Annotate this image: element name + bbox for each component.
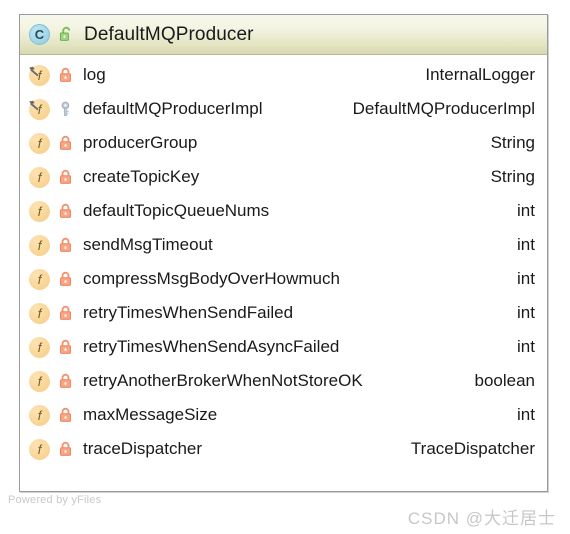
csdn-watermark: CSDN @大迁居士 — [407, 509, 556, 528]
attribute-row[interactable]: f maxMessageSize int — [20, 398, 547, 432]
attribute-type-label: int — [517, 269, 535, 288]
attribute-name-label: traceDispatcher — [83, 439, 203, 458]
static-marker-icon — [28, 98, 39, 110]
lock-icon — [57, 270, 73, 288]
field-icon: f — [28, 98, 50, 120]
attribute-type-label: int — [517, 337, 535, 356]
attribute-row[interactable]: f compressMsgBodyOverHowmuch int — [20, 262, 547, 296]
yfiles-watermark: Powered by yFiles — [8, 494, 102, 506]
lock-icon — [57, 406, 73, 424]
field-icon: f — [29, 370, 50, 392]
attribute-type-label: String — [490, 167, 535, 186]
key-icon — [57, 100, 73, 118]
attribute-row[interactable]: f defaultTopicQueueNums int — [20, 194, 547, 228]
field-icon: f — [29, 166, 50, 188]
lock-icon — [57, 66, 73, 84]
field-icon: f — [28, 64, 50, 86]
attribute-type-label: DefaultMQProducerImpl — [352, 99, 535, 118]
field-icon: f — [29, 438, 50, 460]
uml-class-node[interactable]: C DefaultMQProducer f log InternalLogger f d… — [19, 14, 548, 492]
static-marker-icon — [28, 64, 39, 76]
field-icon: f — [29, 268, 50, 290]
attribute-type-label: int — [517, 303, 535, 322]
field-icon-disc: f — [29, 370, 50, 392]
attribute-name-label: defaultTopicQueueNums — [83, 201, 270, 220]
attribute-name-label: compressMsgBodyOverHowmuch — [83, 269, 340, 288]
lock-icon — [57, 304, 73, 322]
field-icon-disc: f — [29, 302, 50, 324]
attribute-row[interactable]: f retryTimesWhenSendFailed int — [20, 296, 547, 330]
lock-icon — [57, 202, 73, 220]
class-header-compartment[interactable]: C DefaultMQProducer — [20, 15, 547, 55]
attribute-row[interactable]: f traceDispatcher TraceDispatcher — [20, 432, 547, 466]
attribute-row[interactable]: f defaultMQProducerImpl DefaultMQProducerI… — [20, 92, 547, 126]
attribute-name-label: maxMessageSize — [83, 405, 218, 424]
field-icon-disc: f — [29, 336, 50, 358]
field-icon: f — [29, 234, 50, 256]
attribute-row[interactable]: f sendMsgTimeout int — [20, 228, 547, 262]
field-icon-disc: f — [29, 438, 50, 460]
lock-icon — [57, 168, 73, 186]
attribute-row[interactable]: f producerGroup String — [20, 126, 547, 160]
lock-icon — [57, 372, 73, 390]
attribute-name-label: defaultMQProducerImpl — [83, 99, 263, 118]
attribute-name-label: log — [83, 65, 106, 84]
attribute-row[interactable]: f retryAnotherBrokerWhenNotStoreOK boolean — [20, 364, 547, 398]
field-icon-disc: f — [29, 404, 50, 426]
field-icon-disc: f — [29, 132, 50, 154]
attribute-type-label: int — [517, 405, 535, 424]
field-icon: f — [29, 302, 50, 324]
field-icon: f — [29, 132, 50, 154]
lock-icon — [57, 338, 73, 356]
attribute-name-label: retryAnotherBrokerWhenNotStoreOK — [83, 371, 363, 390]
field-icon: f — [29, 336, 50, 358]
attribute-name-label: createTopicKey — [83, 167, 200, 186]
attribute-type-label: TraceDispatcher — [410, 439, 535, 458]
field-icon: f — [29, 404, 50, 426]
class-name-label: DefaultMQProducer — [84, 23, 254, 45]
lock-icon — [57, 134, 73, 152]
lock-icon — [57, 236, 73, 254]
attribute-name-label: retryTimesWhenSendFailed — [83, 303, 294, 322]
attribute-row[interactable]: f log InternalLogger — [20, 58, 547, 92]
unlock-icon — [58, 26, 74, 44]
field-icon-disc: f — [29, 166, 50, 188]
attribute-name-label: retryTimesWhenSendAsyncFailed — [83, 337, 340, 356]
attribute-type-label: InternalLogger — [425, 65, 535, 84]
class-icon: C — [29, 24, 50, 45]
attribute-type-label: String — [490, 133, 535, 152]
lock-icon — [57, 440, 73, 458]
attributes-compartment: f log InternalLogger f defaultMQProducerImpl… — [20, 55, 547, 466]
field-icon: f — [29, 200, 50, 222]
attribute-type-label: boolean — [474, 371, 535, 390]
field-icon-disc: f — [29, 268, 50, 290]
attribute-type-label: int — [517, 235, 535, 254]
attribute-row[interactable]: f createTopicKey String — [20, 160, 547, 194]
field-icon-disc: f — [29, 200, 50, 222]
attribute-type-label: int — [517, 201, 535, 220]
field-icon-disc: f — [29, 234, 50, 256]
attribute-row[interactable]: f retryTimesWhenSendAsyncFailed int — [20, 330, 547, 364]
attribute-name-label: sendMsgTimeout — [83, 235, 213, 254]
attribute-name-label: producerGroup — [83, 133, 198, 152]
